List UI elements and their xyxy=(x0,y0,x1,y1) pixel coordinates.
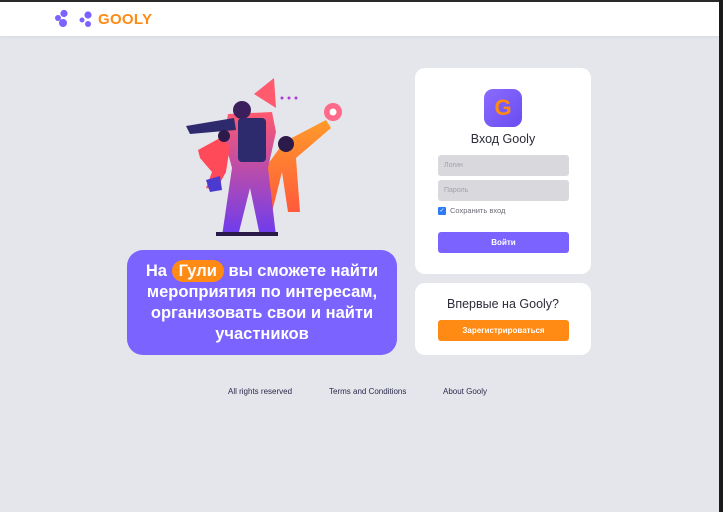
promo-text: На xyxy=(145,262,167,280)
logo-bubbles-icon xyxy=(55,9,92,27)
promo-banner: На Гули вы сможете найти мероприятия по … xyxy=(127,250,397,355)
login-button[interactable]: Войти xyxy=(438,232,569,253)
register-title: Впервые на Gooly? xyxy=(447,297,559,311)
promo-line-2: мероприятия по интересам, xyxy=(146,283,378,301)
footer-terms-link[interactable]: Terms and Conditions xyxy=(329,387,406,396)
footer-about-link[interactable]: About Gooly xyxy=(443,387,487,396)
footer-rights: All rights reserved xyxy=(228,387,293,396)
app-logo-icon: G xyxy=(484,89,522,127)
register-button[interactable]: Зарегистрироваться xyxy=(438,320,569,341)
login-card: G Вход Gooly ✓ Сохранить вход Войти xyxy=(415,68,591,274)
password-input[interactable] xyxy=(438,180,569,201)
remember-checkbox[interactable]: ✓ xyxy=(438,206,446,215)
register-card: Впервые на Gooly? Зарегистрироваться xyxy=(415,283,591,355)
window-edge xyxy=(0,0,719,2)
top-navbar: GOOLY xyxy=(0,0,719,36)
promo-highlight: Гули xyxy=(171,260,224,282)
brand-name: GOOLY xyxy=(98,10,153,28)
promo-line-4: участников xyxy=(215,325,309,343)
promo-text: вы сможете найти xyxy=(228,262,379,280)
brand-logo[interactable]: GOOLY xyxy=(54,8,152,30)
login-title: Вход Gooly xyxy=(470,132,536,146)
promo-line-1: На Гули вы сможете найти xyxy=(127,260,397,282)
login-input[interactable] xyxy=(438,155,569,176)
people-illustration xyxy=(176,72,346,240)
remember-me[interactable]: ✓ Сохранить вход xyxy=(438,206,505,215)
remember-label: Сохранить вход xyxy=(450,206,506,215)
promo-line-3: организовать свои и найти xyxy=(150,304,374,322)
